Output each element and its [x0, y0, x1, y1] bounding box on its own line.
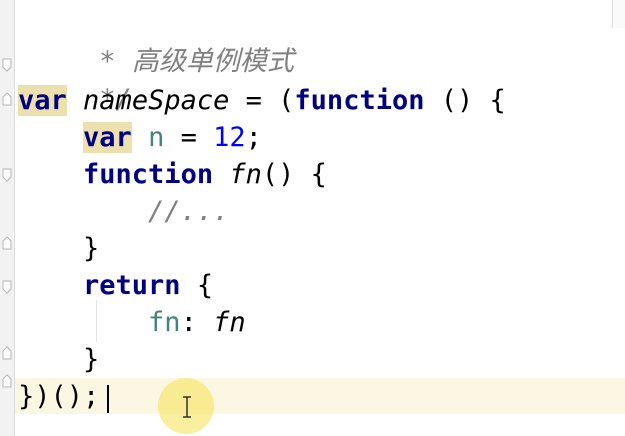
- identifier-namespace: nameSpace: [83, 85, 230, 116]
- brace-close: }: [83, 233, 100, 264]
- brace-open: {: [489, 85, 506, 116]
- keyword-var: var: [83, 122, 132, 153]
- fold-marker-icon[interactable]: [2, 92, 12, 106]
- gutter-divider: [14, 0, 15, 436]
- args: (): [261, 159, 295, 190]
- iife-close: })();: [18, 381, 100, 412]
- colon: :: [180, 307, 197, 338]
- brace-open: {: [310, 159, 327, 190]
- number-literal: 12: [213, 122, 246, 153]
- code-line-6[interactable]: //...: [18, 193, 229, 230]
- operator-equals: =: [180, 122, 197, 153]
- fold-marker-icon[interactable]: [2, 280, 12, 294]
- paren-open: (: [278, 85, 295, 116]
- identifier-n: n: [148, 122, 165, 153]
- code-line-3[interactable]: var nameSpace = (function () {: [18, 82, 506, 119]
- keyword-return: return: [83, 270, 181, 301]
- code-line-7[interactable]: }: [18, 230, 99, 267]
- editor-scrollbar-corner: [612, 0, 625, 28]
- code-line-9[interactable]: fn: fn: [18, 304, 246, 341]
- text-cursor-icon: [181, 396, 193, 418]
- operator-equals: =: [245, 85, 262, 116]
- code-line-10[interactable]: }: [18, 341, 99, 378]
- keyword-function: function: [294, 85, 425, 116]
- code-line-5[interactable]: function fn() {: [18, 156, 327, 193]
- property-value: fn: [213, 307, 246, 338]
- identifier-fn: fn: [229, 159, 262, 190]
- fold-marker-icon[interactable]: [2, 168, 12, 182]
- code-line-4[interactable]: var n = 12;: [18, 119, 262, 156]
- semicolon: ;: [245, 122, 262, 153]
- code-line-1[interactable]: * 高级单例模式: [18, 6, 294, 77]
- comment-ellipsis: //...: [148, 196, 230, 227]
- args: (): [440, 85, 474, 116]
- code-editor[interactable]: * 高级单例模式 */ var nameSpace = (function ()…: [0, 0, 625, 436]
- fold-marker-icon[interactable]: [2, 374, 12, 388]
- code-line-2[interactable]: */: [18, 44, 132, 115]
- keyword-var: var: [18, 85, 67, 116]
- fold-marker-icon[interactable]: [2, 236, 12, 250]
- fold-marker-icon[interactable]: [2, 346, 12, 360]
- brace-open: {: [196, 270, 214, 301]
- keyword-function: function: [83, 159, 214, 190]
- fold-marker-icon[interactable]: [2, 58, 12, 72]
- property-key: fn: [148, 307, 181, 338]
- text-caret: [107, 385, 109, 413]
- code-line-11[interactable]: })();: [18, 378, 99, 415]
- code-line-8[interactable]: return {: [18, 267, 213, 304]
- brace-close: }: [83, 344, 100, 375]
- comment-text: 高级单例模式: [131, 46, 294, 77]
